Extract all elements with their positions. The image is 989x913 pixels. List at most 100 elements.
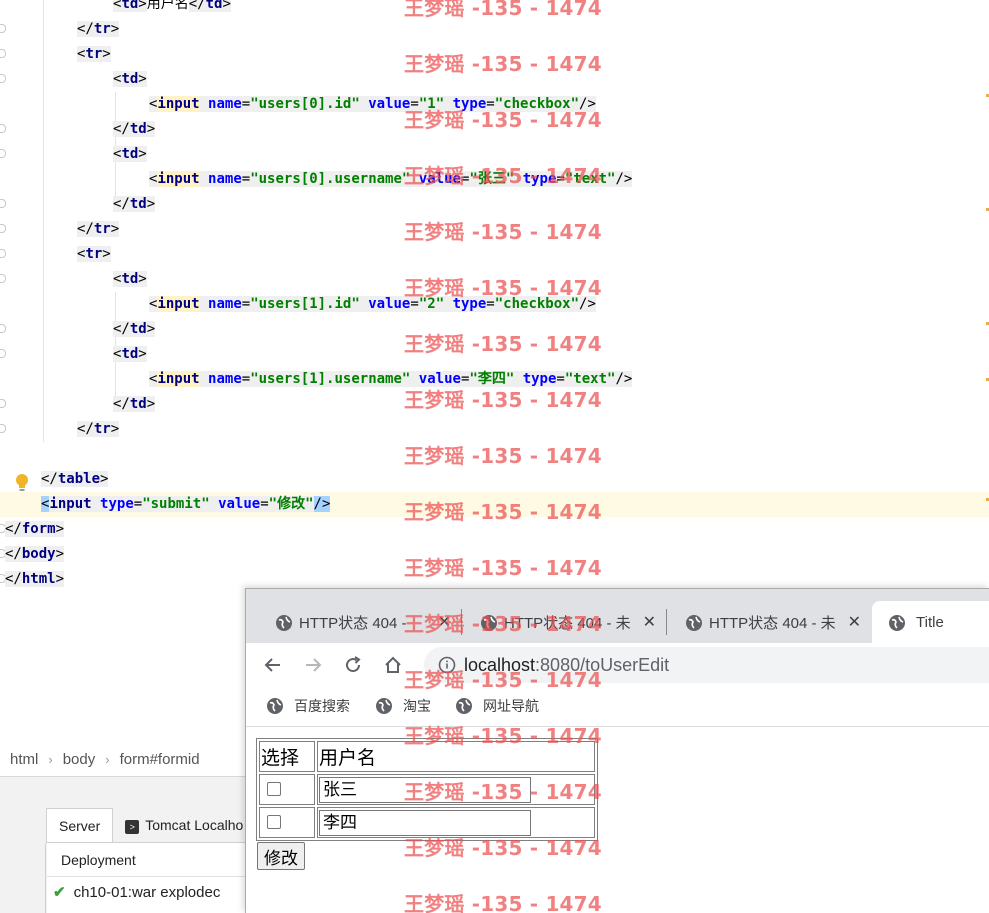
breadcrumb-item-form[interactable]: form#formid [120, 751, 200, 768]
select-cell [259, 774, 315, 805]
bookmark-label: 百度搜索 [294, 698, 350, 714]
select-checkbox[interactable] [267, 781, 281, 796]
globe-icon [889, 615, 905, 631]
code-line: </td> [113, 396, 156, 412]
deployment-header: Deployment [47, 843, 246, 877]
browser-tab-title: HTTP状态 404 - [299, 614, 407, 632]
username-input[interactable]: 李四 [319, 809, 531, 836]
code-line: </tr> [77, 21, 120, 37]
bookmark-baidu[interactable]: 百度搜索 [266, 695, 350, 717]
deployment-tree: Deployment ✔ ch10-01:war explodec [47, 843, 246, 913]
fold-marker[interactable] [0, 149, 6, 158]
tab-tomcat-label: Tomcat Localho [145, 817, 244, 833]
url-path: :8080/toUserEdit [535, 654, 670, 675]
fold-marker[interactable] [0, 224, 6, 233]
bookmarks-bar: 百度搜索 淘宝 网址导航 [246, 687, 989, 727]
close-icon[interactable]: ✕ [643, 612, 656, 632]
deployment-item[interactable]: ✔ ch10-01:war explodec [47, 877, 246, 909]
username-cell: 李四 [317, 807, 595, 838]
browser-tab-title: HTTP状态 404 - 未 [504, 614, 631, 632]
address-bar[interactable]: localhost:8080/toUserEdit [424, 647, 989, 683]
browser-tab[interactable]: HTTP状态 404 - ✕ [273, 601, 459, 643]
deployment-item-label: ch10-01:war explodec [73, 884, 221, 901]
checkmark-icon: ✔ [53, 884, 66, 901]
bookmark-label: 网址导航 [483, 698, 539, 714]
code-line: </form> [5, 521, 65, 537]
globe-icon [456, 698, 472, 714]
code-line: <input name="users[1].username" value="李… [149, 371, 633, 387]
fold-marker[interactable] [0, 349, 6, 358]
indent-guide [43, 0, 44, 442]
table-row: 李四 [259, 807, 595, 838]
browser-window: HTTP状态 404 - ✕ HTTP状态 404 - 未 ✕ HTTP状态 4… [245, 588, 989, 913]
globe-icon [481, 615, 497, 631]
header-username: 用户名 [317, 741, 595, 772]
console-icon: > [125, 820, 140, 834]
fold-marker[interactable] [0, 199, 6, 208]
bookmark-label: 淘宝 [403, 698, 431, 714]
fold-marker[interactable] [0, 274, 6, 283]
lightbulb-icon[interactable] [14, 473, 30, 493]
breadcrumb-item-body[interactable]: body [63, 751, 96, 768]
code-line: <td> [113, 346, 147, 362]
browser-tab-title: HTTP状态 404 - 未 [709, 614, 836, 632]
tab-server[interactable]: Server [46, 808, 114, 842]
user-table: 选择 用户名 张三 李四 [256, 738, 598, 841]
select-checkbox[interactable] [267, 814, 281, 829]
breadcrumb: html › body › form#formid [0, 742, 246, 776]
forward-button[interactable] [301, 653, 325, 677]
code-line: <tr> [77, 246, 111, 262]
code-line: <td> [113, 146, 147, 162]
bookmark-nav[interactable]: 网址导航 [455, 695, 539, 717]
globe-icon [276, 615, 292, 631]
breadcrumb-item-html[interactable]: html [10, 751, 38, 768]
globe-icon [267, 698, 283, 714]
close-icon[interactable]: ✕ [438, 612, 451, 632]
code-editor[interactable]: <td>用户名</td> </tr> <tr> <td> <input name… [0, 0, 989, 600]
code-line: <input name="users[1].id" value="2" type… [149, 296, 596, 312]
browser-toolbar: localhost:8080/toUserEdit [246, 643, 989, 687]
fold-marker[interactable] [0, 124, 6, 133]
table-row: 张三 [259, 774, 595, 805]
fold-marker[interactable] [0, 24, 6, 33]
home-button[interactable] [381, 653, 405, 677]
fold-marker[interactable] [0, 399, 6, 408]
chevron-right-icon: › [105, 751, 110, 767]
arrow-left-icon [264, 658, 280, 672]
submit-button[interactable]: 修改 [257, 842, 305, 870]
select-cell [259, 807, 315, 838]
back-button[interactable] [261, 653, 285, 677]
browser-tabstrip: HTTP状态 404 - ✕ HTTP状态 404 - 未 ✕ HTTP状态 4… [246, 589, 989, 643]
services-panel: Server > Tomcat Localho Deployment ✔ ch10-… [0, 776, 246, 913]
code-line: <input name="users[0].id" value="1" type… [149, 96, 596, 112]
code-line: </table> [41, 471, 109, 487]
code-line: </tr> [77, 221, 120, 237]
code-line: </td> [113, 321, 156, 337]
tab-divider [666, 609, 667, 635]
bookmark-taobao[interactable]: 淘宝 [375, 695, 431, 717]
home-icon [385, 656, 401, 673]
code-line: </body> [5, 546, 65, 562]
url-host: localhost [464, 654, 536, 675]
chevron-right-icon: › [48, 751, 53, 767]
close-icon[interactable]: ✕ [848, 612, 861, 632]
page-content: 选择 用户名 张三 李四 修改 [246, 728, 989, 913]
fold-marker[interactable] [0, 74, 6, 83]
username-input[interactable]: 张三 [319, 776, 531, 803]
reload-button[interactable] [341, 653, 365, 677]
code-line: <input name="users[0].username" value="张… [149, 171, 633, 187]
tab-tomcat-localhost[interactable]: > Tomcat Localho [113, 808, 255, 842]
fold-marker[interactable] [0, 249, 6, 258]
code-line: </td> [113, 196, 156, 212]
browser-tab[interactable]: HTTP状态 404 - 未 ✕ [683, 601, 869, 643]
browser-tab-active[interactable]: Title [872, 601, 989, 643]
code-line: <td> [113, 71, 147, 87]
fold-marker[interactable] [0, 424, 6, 433]
code-line: </tr> [77, 421, 120, 437]
browser-tab-title: Title [916, 613, 944, 631]
browser-tab[interactable]: HTTP状态 404 - 未 ✕ [478, 601, 664, 643]
fold-marker[interactable] [0, 324, 6, 333]
info-icon[interactable] [438, 656, 456, 674]
code-line: <td>用户名</td> [113, 0, 231, 17]
fold-marker[interactable] [0, 49, 6, 58]
